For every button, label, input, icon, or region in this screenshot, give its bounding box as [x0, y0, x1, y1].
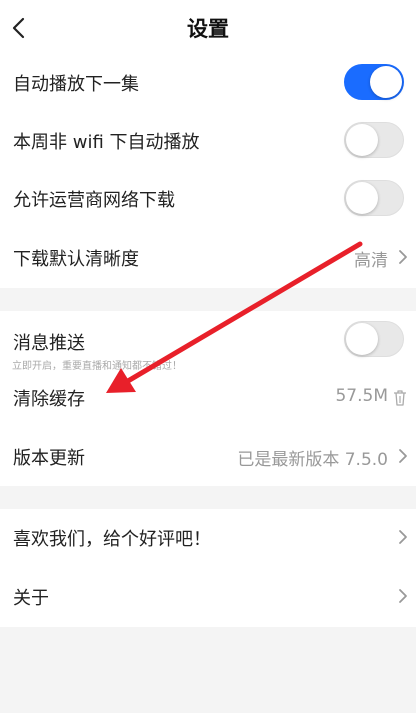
version-label: 版本更新 — [13, 448, 85, 469]
autoplay-next-label: 自动播放下一集 — [13, 74, 139, 95]
toggle-knob — [346, 182, 378, 214]
carrier-download-toggle[interactable] — [344, 180, 404, 216]
chevron-right-icon — [399, 589, 407, 603]
trash-icon — [394, 390, 406, 406]
chevron-right-icon — [399, 530, 407, 544]
page-title: 设置 — [187, 17, 229, 41]
setting-row-carrier-download: 允许运营商网络下载 — [0, 170, 416, 228]
wifi-autoplay-label: 本周非 wifi 下自动播放 — [13, 132, 200, 153]
settings-group-playback: 自动播放下一集 本周非 wifi 下自动播放 允许运营商网络下载 下载默认清晰度… — [0, 54, 416, 288]
setting-row-about[interactable]: 关于 — [0, 568, 416, 626]
setting-row-push: 消息推送 立即开启，重要直播和通知都不错过！ — [0, 311, 416, 372]
settings-group-app: 消息推送 立即开启，重要直播和通知都不错过！ 清除缓存 57.5M 版本更新 已… — [0, 311, 416, 486]
rate-us-label: 喜欢我们，给个好评吧！ — [13, 529, 211, 550]
setting-row-autoplay-next: 自动播放下一集 — [0, 54, 416, 112]
toggle-knob — [370, 66, 402, 98]
setting-row-version[interactable]: 版本更新 已是最新版本 7.5.0 — [0, 428, 416, 486]
setting-row-wifi-autoplay: 本周非 wifi 下自动播放 — [0, 112, 416, 170]
setting-row-download-quality[interactable]: 下载默认清晰度 高清 — [0, 229, 416, 287]
cache-size-value: 57.5M — [335, 386, 388, 406]
version-value: 已是最新版本 7.5.0 — [237, 450, 388, 470]
toggle-knob — [346, 124, 378, 156]
push-toggle[interactable] — [344, 321, 404, 357]
chevron-right-icon — [399, 250, 407, 264]
clear-cache-label: 清除缓存 — [13, 389, 85, 410]
push-label: 消息推送 — [13, 333, 85, 354]
header-bar: 设置 — [0, 0, 416, 56]
carrier-download-label: 允许运营商网络下载 — [13, 190, 175, 211]
autoplay-next-toggle[interactable] — [344, 64, 404, 100]
toggle-knob — [346, 323, 378, 355]
setting-row-clear-cache[interactable]: 清除缓存 57.5M — [0, 369, 416, 427]
chevron-right-icon — [399, 449, 407, 463]
download-quality-label: 下载默认清晰度 — [13, 249, 139, 270]
settings-group-misc: 喜欢我们，给个好评吧！ 关于 — [0, 509, 416, 627]
download-quality-value: 高清 — [354, 251, 388, 271]
setting-row-rate-us[interactable]: 喜欢我们，给个好评吧！ — [0, 509, 416, 567]
about-label: 关于 — [13, 588, 49, 609]
wifi-autoplay-toggle[interactable] — [344, 122, 404, 158]
